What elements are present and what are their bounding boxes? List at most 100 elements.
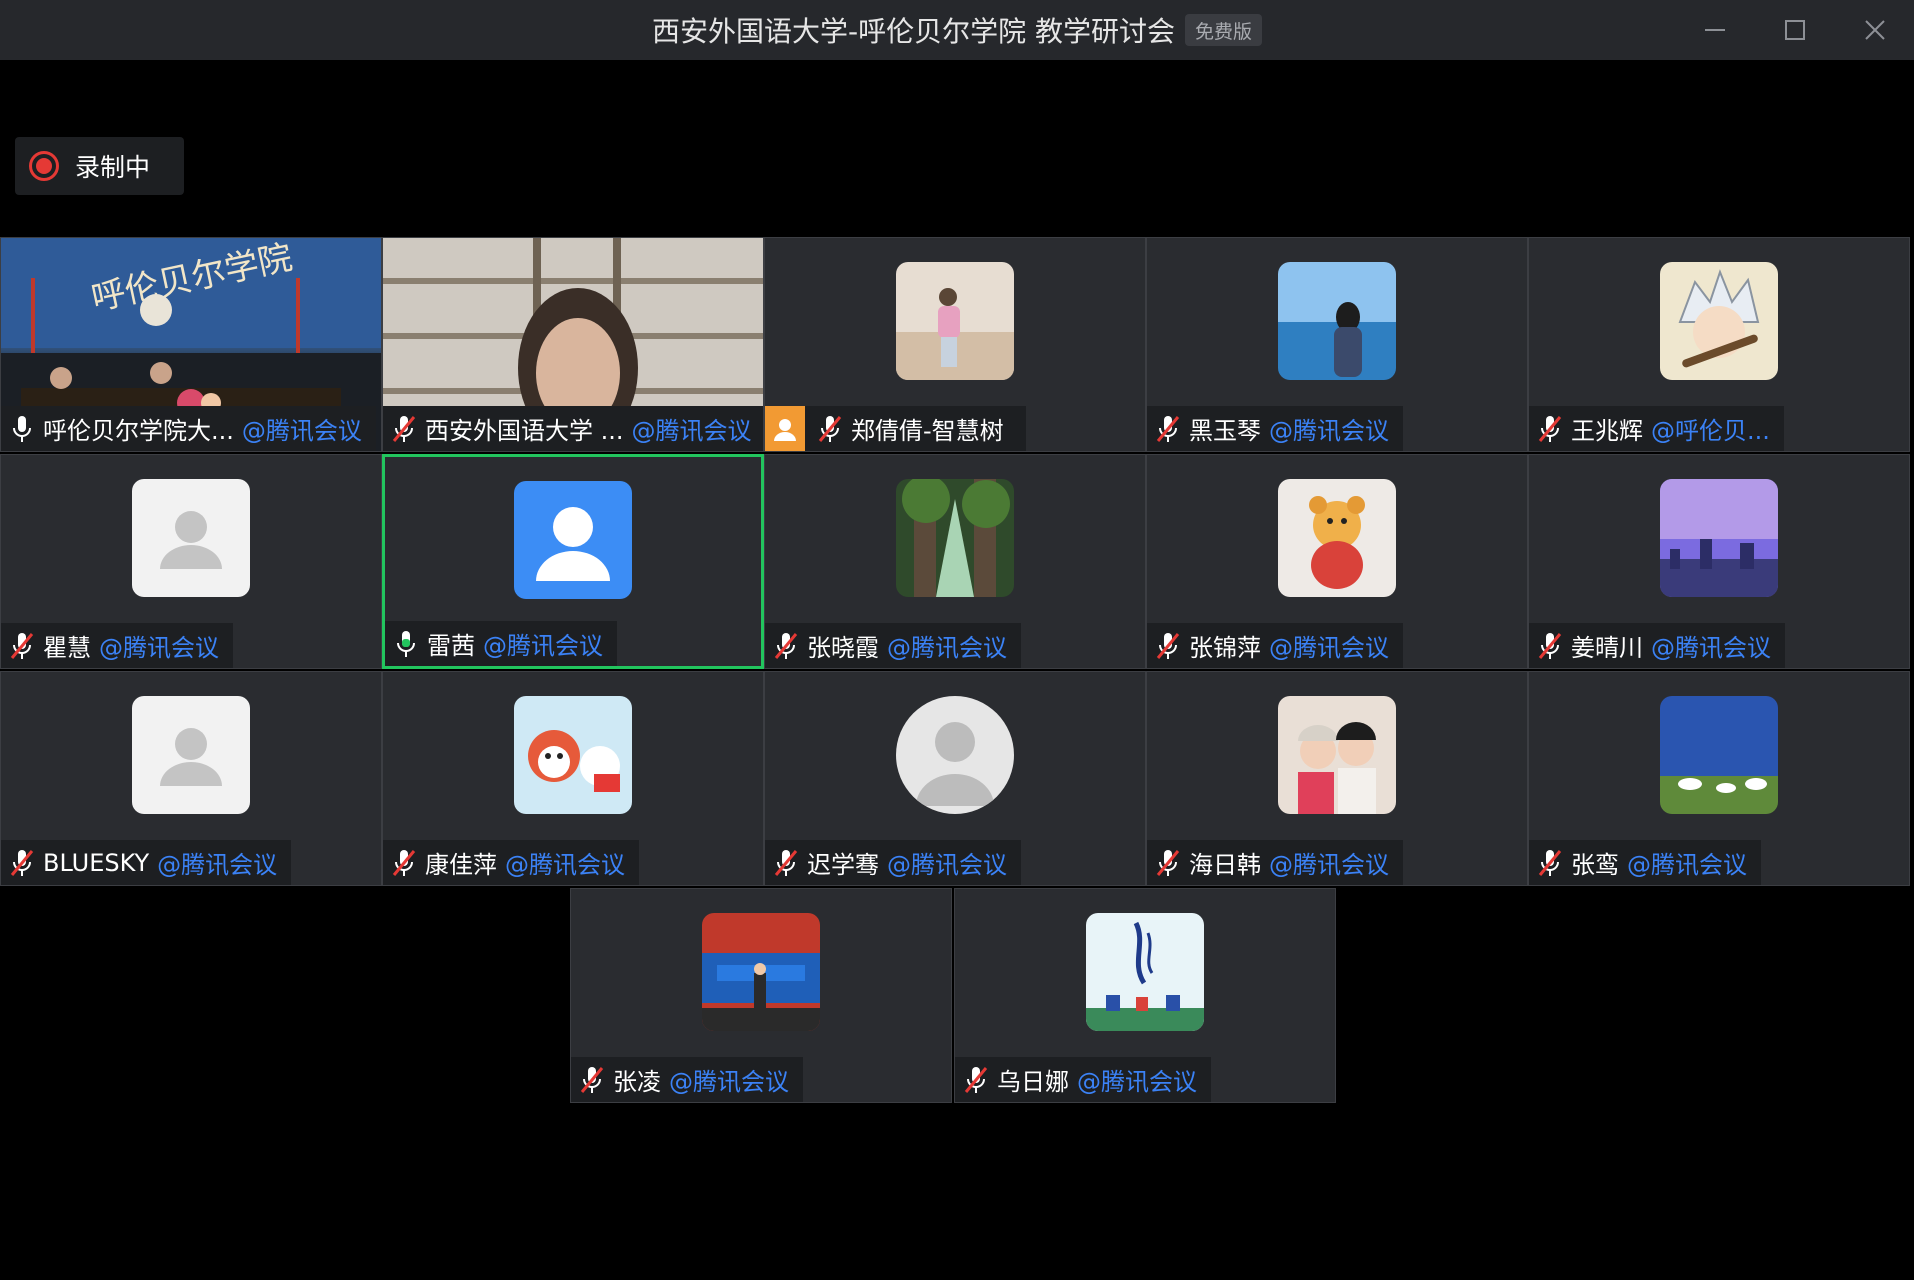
participant-tile[interactable]: 海日韩 @腾讯会议 [1146,671,1528,886]
participant-grid: 呼伦贝尔学院 呼伦贝尔学院大... @腾讯会议 西安外国语大学 ... @腾讯会… [0,237,1914,1103]
avatar-cartoon-icon [1660,262,1778,380]
participant-tile[interactable]: 姜晴川 @腾讯会议 [1528,454,1910,669]
participant-name: 乌日娜 [997,1068,1069,1096]
avatar [1086,913,1204,1031]
muted-microphone-icon [1156,632,1180,659]
participant-tag: @腾讯会议 [1269,851,1389,879]
participant-tile[interactable]: 瞿慧 @腾讯会议 [0,454,382,669]
participant-name: 瞿慧 [43,634,91,662]
participant-tag: @腾讯会议 [1077,1068,1197,1096]
record-icon [29,151,59,181]
muted-microphone-icon [1156,415,1180,442]
participant-name: BLUESKY [43,848,150,877]
plan-badge: 免费版 [1185,14,1263,46]
participant-name: 张凌 [613,1068,661,1096]
avatar [1278,479,1396,597]
window-controls [1696,0,1894,60]
muted-microphone-icon [964,1066,988,1093]
minimize-button[interactable] [1696,11,1734,49]
participant-tile[interactable]: 张鸾 @腾讯会议 [1528,671,1910,886]
muted-microphone-icon [1538,849,1562,876]
participant-tile[interactable]: 乌日娜 @腾讯会议 [954,888,1336,1103]
name-bar: 瞿慧 @腾讯会议 [1,623,233,668]
name-bar: BLUESKY @腾讯会议 [1,840,292,885]
recording-label: 录制中 [75,153,151,182]
participant-tag: @腾讯会议 [669,1068,789,1096]
participant-name: 郑倩倩-智慧树 [851,417,1004,445]
avatar [1660,262,1778,380]
avatar [896,479,1014,597]
name-bar: 张鸾 @腾讯会议 [1529,840,1761,885]
avatar [1278,696,1396,814]
title-wrap: 西安外国语大学-呼伦贝尔学院 教学研讨会 免费版 [652,10,1263,50]
participant-tile[interactable]: 王兆辉 @呼伦贝... [1528,237,1910,452]
participant-name: 黑玉琴 [1189,417,1261,445]
close-icon [1865,20,1885,40]
participant-tag: @腾讯会议 [505,851,625,879]
muted-microphone-icon [774,632,798,659]
muted-microphone-icon [580,1066,604,1093]
participant-name: 张晓霞 [807,634,879,662]
name-bar: 雷茜 @腾讯会议 [385,621,617,666]
participant-name: 迟学骞 [807,851,879,879]
avatar [896,262,1014,380]
participant-tile[interactable]: 迟学骞 @腾讯会议 [764,671,1146,886]
avatar-fox-icon [514,696,632,814]
name-bar: 张锦萍 @腾讯会议 [1147,623,1403,668]
avatar [132,696,250,814]
maximize-button[interactable] [1776,11,1814,49]
avatar-photo-icon [896,262,1014,380]
avatar [1660,696,1778,814]
default-avatar-icon [132,696,250,814]
avatar-forest-icon [896,479,1014,597]
participant-name: 张锦萍 [1189,634,1261,662]
participant-name: 张鸾 [1571,851,1619,879]
name-bar: 姜晴川 @腾讯会议 [1529,623,1785,668]
name-bar: 海日韩 @腾讯会议 [1147,840,1403,885]
participant-tile[interactable]: BLUESKY @腾讯会议 [0,671,382,886]
participant-name: 王兆辉 [1571,417,1643,445]
participant-tile[interactable]: 西安外国语大学 ... @腾讯会议 [382,237,764,452]
participant-tag: @腾讯会议 [483,632,603,660]
participant-tag: @腾讯会议 [887,634,1007,662]
participant-name: 海日韩 [1189,851,1261,879]
participant-tile[interactable]: 呼伦贝尔学院 呼伦贝尔学院大... @腾讯会议 [0,237,382,452]
name-bar: 康佳萍 @腾讯会议 [383,840,639,885]
avatar-grassland-icon [1660,696,1778,814]
participant-tile[interactable]: 郑倩倩-智慧树 [764,237,1146,452]
avatar-calligraphy-icon [1086,913,1204,1031]
name-bar: 郑倩倩-智慧树 [765,406,1026,451]
recording-indicator[interactable]: 录制中 [15,137,184,195]
title-bar: 西安外国语大学-呼伦贝尔学院 教学研讨会 免费版 [0,0,1914,60]
microphone-icon [13,415,31,442]
participant-name: 雷茜 [427,632,475,660]
participant-name: 西安外国语大学 ... [425,417,624,445]
minimize-icon [1705,29,1725,31]
participant-tile-active-speaker[interactable]: 雷茜 @腾讯会议 [382,454,764,669]
participant-tile[interactable]: 康佳萍 @腾讯会议 [382,671,764,886]
maximize-icon [1785,20,1805,40]
participant-tile[interactable]: 张晓霞 @腾讯会议 [764,454,1146,669]
muted-microphone-icon [392,415,416,442]
avatar-bear-icon [1278,479,1396,597]
participant-tag: @腾讯会议 [1627,851,1747,879]
avatar-city-icon [1660,479,1778,597]
participant-tag: @腾讯会议 [887,851,1007,879]
close-button[interactable] [1856,11,1894,49]
participant-tile[interactable]: 张凌 @腾讯会议 [570,888,952,1103]
participant-tile[interactable]: 张锦萍 @腾讯会议 [1146,454,1528,669]
participant-tag: @腾讯会议 [99,634,219,662]
muted-microphone-icon [818,415,842,442]
name-bar: 乌日娜 @腾讯会议 [955,1057,1211,1102]
user-badge-icon [765,406,805,451]
default-avatar-icon [896,696,1014,814]
avatar [702,913,820,1031]
muted-microphone-icon [1156,849,1180,876]
participant-tile[interactable]: 黑玉琴 @腾讯会议 [1146,237,1528,452]
participant-tag: @腾讯会议 [157,851,278,879]
avatar-stage-icon [702,913,820,1031]
name-bar: 黑玉琴 @腾讯会议 [1147,406,1403,451]
default-avatar-icon [132,479,250,597]
avatar-photo-icon [1278,262,1396,380]
avatar [514,481,632,599]
